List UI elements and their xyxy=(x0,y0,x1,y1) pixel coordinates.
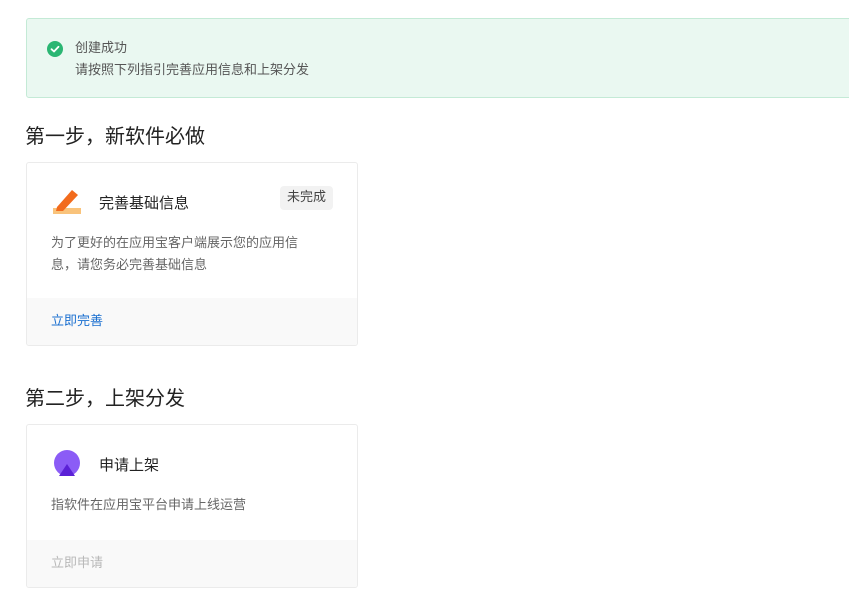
step2-title: 第二步，上架分发 xyxy=(25,386,185,410)
publish-icon xyxy=(54,450,80,476)
success-alert: 创建成功 请按照下列指引完善应用信息和上架分发 xyxy=(26,18,849,98)
card-footer: 立即申请 xyxy=(27,540,357,587)
card-footer: 立即完善 xyxy=(27,298,357,345)
card-description-line1: 为了更好的在应用宝客户端展示您的应用信 xyxy=(51,236,299,251)
apply-now-link[interactable]: 立即申请 xyxy=(51,555,103,573)
check-circle-icon xyxy=(47,41,63,57)
alert-title: 创建成功 xyxy=(75,41,128,56)
card-description: 指软件在应用宝平台申请上线运营 xyxy=(51,498,247,513)
card-description-line2: 息，请您务必完善基础信息 xyxy=(51,258,208,273)
complete-info-card: 完善基础信息 未完成 为了更好的在应用宝客户端展示您的应用信 息，请您务必完善基… xyxy=(26,162,358,346)
apply-listing-card: 申请上架 指软件在应用宝平台申请上线运营 立即申请 xyxy=(26,424,358,588)
card-title: 申请上架 xyxy=(99,456,160,474)
alert-description: 请按照下列指引完善应用信息和上架分发 xyxy=(75,63,310,78)
card-description: 为了更好的在应用宝客户端展示您的应用信 息，请您务必完善基础信息 xyxy=(51,233,331,277)
card-title: 完善基础信息 xyxy=(99,194,190,212)
status-badge: 未完成 xyxy=(279,186,333,210)
pencil-icon xyxy=(53,190,81,214)
complete-now-link[interactable]: 立即完善 xyxy=(51,313,103,331)
step1-title: 第一步，新软件必做 xyxy=(25,124,205,148)
